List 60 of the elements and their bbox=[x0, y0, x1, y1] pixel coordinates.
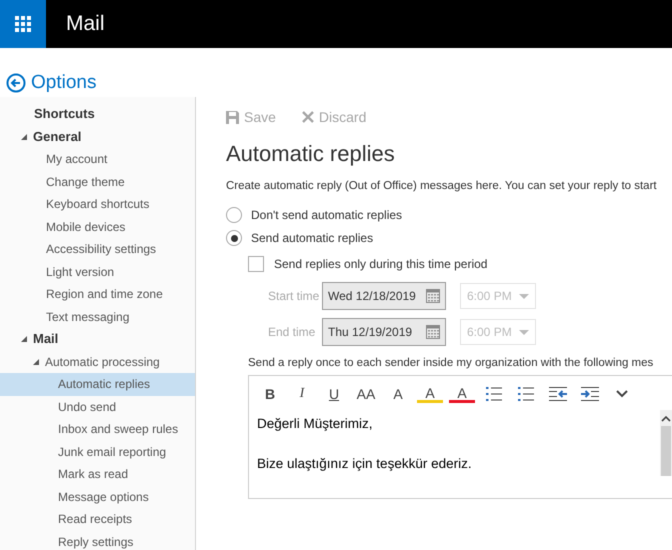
expand-triangle-icon[interactable] bbox=[21, 134, 27, 140]
sidebar-item[interactable]: Region and time zone bbox=[0, 283, 195, 306]
radio-option[interactable]: Send automatic replies bbox=[226, 230, 672, 246]
calendar-icon[interactable] bbox=[426, 325, 440, 339]
sidebar-item[interactable]: Shortcuts bbox=[0, 103, 195, 126]
sidebar-item[interactable]: Accessibility settings bbox=[0, 238, 195, 260]
expand-triangle-icon[interactable] bbox=[21, 336, 27, 342]
sidebar-item[interactable]: Mobile devices bbox=[0, 216, 195, 238]
bold-button[interactable]: B bbox=[257, 382, 283, 406]
sidebar-item[interactable]: Read receipts bbox=[0, 508, 195, 530]
message-editor[interactable]: B I U AA A A A Değerli Müşterimiz, Bize ulaştığınız için teşekkür ederiz. bbox=[248, 375, 672, 499]
highlight-button[interactable]: A bbox=[417, 385, 443, 403]
checkbox[interactable] bbox=[248, 256, 264, 272]
sidebar-item[interactable]: Inbox and sweep rules bbox=[0, 418, 195, 440]
indent-icon[interactable] bbox=[581, 387, 599, 401]
page-title: Automatic replies bbox=[226, 141, 396, 167]
radio-circle[interactable] bbox=[226, 230, 242, 246]
time-label: End time bbox=[268, 325, 316, 339]
sidebar-item[interactable]: Message options bbox=[0, 486, 195, 508]
sidebar-item[interactable]: Junk email reporting bbox=[0, 440, 195, 463]
grow-button[interactable]: A bbox=[385, 382, 411, 406]
radio-circle[interactable] bbox=[226, 207, 242, 223]
radio-label: Don't send automatic replies bbox=[251, 208, 402, 222]
checkbox-label: Send replies only during this time period bbox=[274, 257, 488, 271]
app-title: Mail bbox=[66, 12, 105, 36]
time-label: Start time bbox=[268, 289, 320, 303]
app-launcher-button[interactable] bbox=[0, 0, 46, 48]
sidebar-item[interactable]: Automatic processing bbox=[0, 350, 195, 373]
sidebar-item[interactable]: Undo send bbox=[0, 396, 195, 418]
calendar-icon[interactable] bbox=[426, 289, 440, 303]
description-text: Create automatic reply (Out of Office) messages here. You can set your reply to start bbox=[226, 179, 658, 193]
sidebar-item[interactable]: Text messaging bbox=[0, 306, 195, 328]
list-icon[interactable] bbox=[518, 387, 534, 401]
sidebar-item[interactable]: My account bbox=[0, 148, 195, 170]
font-color-button[interactable]: A bbox=[449, 385, 475, 403]
sidebar-item[interactable]: Automatic replies bbox=[0, 373, 195, 396]
font-size-button[interactable]: AA bbox=[353, 382, 379, 406]
sidebar-item[interactable]: Mark as read bbox=[0, 463, 195, 486]
sidebar-item[interactable]: Keyboard shortcuts bbox=[0, 193, 195, 216]
app-grid-icon bbox=[15, 16, 31, 32]
sidebar-item[interactable]: Change theme bbox=[0, 170, 195, 193]
list-icon[interactable] bbox=[486, 387, 502, 401]
sidebar-item[interactable]: General bbox=[0, 126, 195, 148]
scrollbar[interactable] bbox=[660, 410, 672, 476]
radio-label: Send automatic replies bbox=[251, 231, 374, 245]
inside-organization-label: Send a reply once to each sender inside my organization with the following mes bbox=[248, 356, 654, 370]
time-period-option[interactable]: Send replies only during this time period bbox=[248, 256, 672, 272]
sidebar-item[interactable]: Mail bbox=[0, 328, 195, 350]
sidebar-item[interactable]: Light version bbox=[0, 260, 195, 283]
chevron-up-icon[interactable] bbox=[661, 416, 671, 422]
italic-button[interactable]: I bbox=[289, 382, 315, 406]
outdent-icon[interactable] bbox=[549, 387, 567, 401]
options-title: Options bbox=[31, 72, 96, 94]
sidebar-item[interactable]: Reply settings bbox=[0, 530, 195, 550]
message-line: Değerli Müşterimiz, bbox=[257, 415, 374, 433]
underline-button[interactable]: U bbox=[321, 382, 347, 406]
expand-triangle-icon[interactable] bbox=[33, 358, 39, 364]
message-line: Bize ulaştığınız için teşekkür ederiz. bbox=[257, 455, 473, 473]
radio-option[interactable]: Don't send automatic replies bbox=[226, 207, 672, 223]
chevron-down-icon[interactable] bbox=[616, 390, 628, 398]
